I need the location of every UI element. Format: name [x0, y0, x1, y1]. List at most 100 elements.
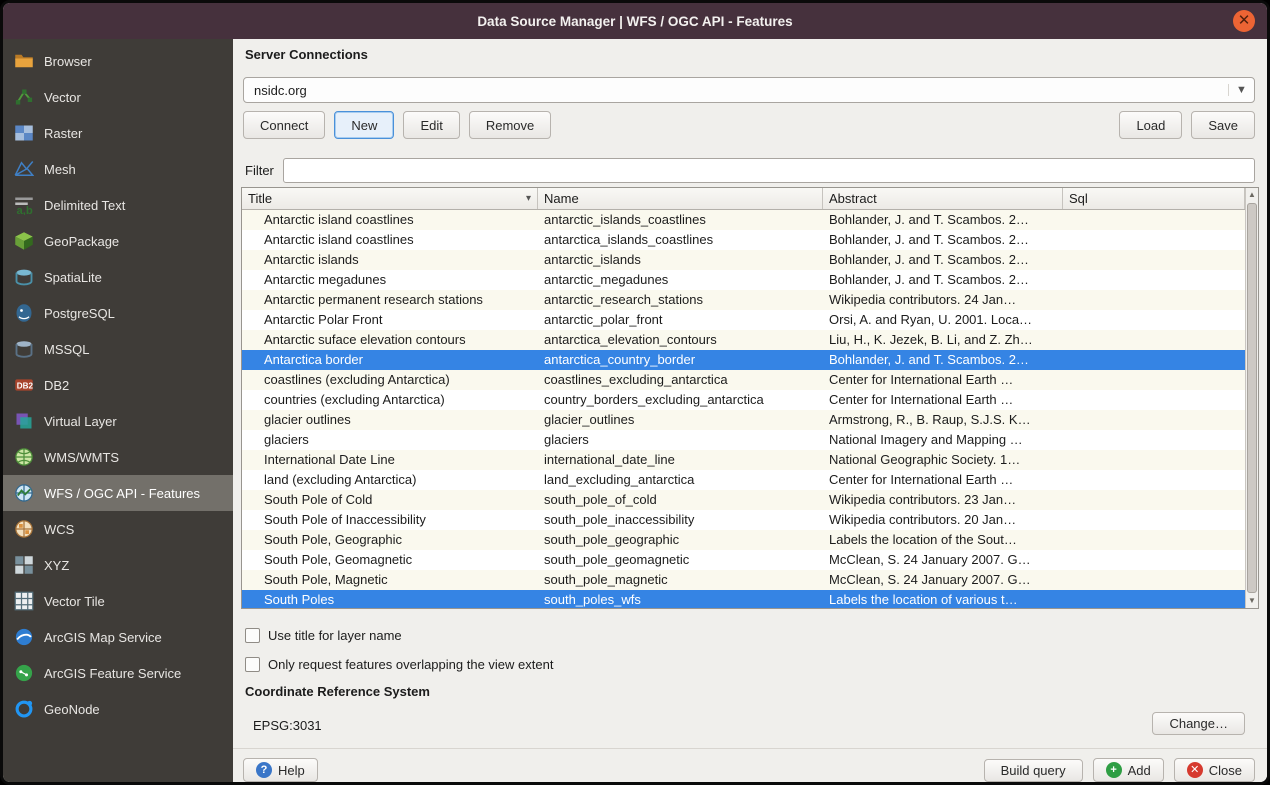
cell-title: South Pole, Magnetic	[242, 570, 538, 590]
sort-indicator-icon: ▾	[526, 193, 531, 204]
table-row[interactable]: Antarctic suface elevation contours anta…	[242, 330, 1245, 350]
cell-sql	[1063, 270, 1245, 290]
cell-title: Antarctic island coastlines	[242, 230, 538, 250]
cell-name: international_date_line	[538, 450, 823, 470]
vector-tile-icon	[13, 590, 35, 612]
column-header-name[interactable]: Name	[538, 188, 823, 209]
scroll-up-icon[interactable]: ▲	[1246, 188, 1258, 202]
sidebar-item-db2[interactable]: DB2 DB2	[3, 367, 233, 403]
table-row[interactable]: South Pole, Geomagnetic south_pole_geoma…	[242, 550, 1245, 570]
new-button[interactable]: New	[334, 111, 394, 139]
use-title-checkbox[interactable]	[245, 628, 260, 643]
table-row[interactable]: Antarctic island coastlines antarctic_is…	[242, 210, 1245, 230]
table-row[interactable]: South Pole of Inaccessibility south_pole…	[242, 510, 1245, 530]
cell-sql	[1063, 550, 1245, 570]
sidebar-item-vector-tile[interactable]: Vector Tile	[3, 583, 233, 619]
table-row[interactable]: glaciers glaciers National Imagery and M…	[242, 430, 1245, 450]
table-row[interactable]: Antarctic megadunes antarctic_megadunes …	[242, 270, 1245, 290]
table-row[interactable]: Antarctic permanent research stations an…	[242, 290, 1245, 310]
vector-icon	[13, 86, 35, 108]
cell-abstract: McClean, S. 24 January 2007. G…	[823, 570, 1063, 590]
table-row[interactable]: Antarctic Polar Front antarctic_polar_fr…	[242, 310, 1245, 330]
connect-button[interactable]: Connect	[243, 111, 325, 139]
sidebar-item-raster[interactable]: Raster	[3, 115, 233, 151]
sidebar-item-geopackage[interactable]: GeoPackage	[3, 223, 233, 259]
cell-title: Antarctic suface elevation contours	[242, 330, 538, 350]
edit-button[interactable]: Edit	[403, 111, 459, 139]
sidebar-item-mssql[interactable]: MSSQL	[3, 331, 233, 367]
arcgis-map-service-icon	[13, 626, 35, 648]
cell-name: glaciers	[538, 430, 823, 450]
cell-name: antarctic_islands	[538, 250, 823, 270]
table-row[interactable]: glacier outlines glacier_outlines Armstr…	[242, 410, 1245, 430]
table-row[interactable]: South Pole, Geographic south_pole_geogra…	[242, 530, 1245, 550]
wfs-icon	[13, 482, 35, 504]
load-button[interactable]: Load	[1119, 111, 1182, 139]
table-row[interactable]: Antarctica border antarctica_country_bor…	[242, 350, 1245, 370]
sidebar-item-arcgis-map-service[interactable]: ArcGIS Map Service	[3, 619, 233, 655]
cell-abstract: Wikipedia contributors. 24 Jan…	[823, 290, 1063, 310]
sidebar-item-virtual-layer[interactable]: Virtual Layer	[3, 403, 233, 439]
sidebar-item-geonode[interactable]: GeoNode	[3, 691, 233, 727]
sidebar-item-label: XYZ	[44, 558, 69, 573]
cell-abstract: Labels the location of various t…	[823, 590, 1063, 608]
vertical-scrollbar[interactable]: ▲ ▼	[1245, 188, 1258, 608]
cell-name: antarctica_islands_coastlines	[538, 230, 823, 250]
add-button[interactable]: + Add	[1093, 758, 1164, 782]
sidebar-item-browser[interactable]: Browser	[3, 43, 233, 79]
sidebar-item-arcgis-feature-service[interactable]: ArcGIS Feature Service	[3, 655, 233, 691]
save-button[interactable]: Save	[1191, 111, 1255, 139]
wcs-icon	[13, 518, 35, 540]
sidebar-item-delimited-text[interactable]: a,b Delimited Text	[3, 187, 233, 223]
close-button[interactable]: ✕ Close	[1174, 758, 1255, 782]
table-row[interactable]: International Date Line international_da…	[242, 450, 1245, 470]
table-row[interactable]: South Pole of Cold south_pole_of_cold Wi…	[242, 490, 1245, 510]
sidebar-item-xyz[interactable]: XYZ	[3, 547, 233, 583]
postgresql-icon	[13, 302, 35, 324]
table-row[interactable]: South Pole, Magnetic south_pole_magnetic…	[242, 570, 1245, 590]
connection-buttons-row: Connect New Edit Remove Load Save	[243, 111, 1255, 139]
table-row[interactable]: Antarctic islands antarctic_islands Bohl…	[242, 250, 1245, 270]
table-row[interactable]: land (excluding Antarctica) land_excludi…	[242, 470, 1245, 490]
cell-abstract: Liu, H., K. Jezek, B. Li, and Z. Zh…	[823, 330, 1063, 350]
sidebar-item-wcs[interactable]: WCS	[3, 511, 233, 547]
sidebar-item-label: MSSQL	[44, 342, 90, 357]
cell-name: south_pole_geomagnetic	[538, 550, 823, 570]
cell-abstract: Bohlander, J. and T. Scambos. 2…	[823, 250, 1063, 270]
remove-button[interactable]: Remove	[469, 111, 551, 139]
sidebar-item-spatialite[interactable]: SpatiaLite	[3, 259, 233, 295]
overlap-extent-checkbox[interactable]	[245, 657, 260, 672]
mssql-icon	[13, 338, 35, 360]
db2-icon: DB2	[13, 374, 35, 396]
sidebar-item-vector[interactable]: Vector	[3, 79, 233, 115]
table-row[interactable]: South Poles south_poles_wfs Labels the l…	[242, 590, 1245, 608]
virtual-layer-icon	[13, 410, 35, 432]
build-query-button[interactable]: Build query	[984, 759, 1083, 782]
table-row[interactable]: Antarctic island coastlines antarctica_i…	[242, 230, 1245, 250]
cell-sql	[1063, 230, 1245, 250]
sidebar-item-postgresql[interactable]: PostgreSQL	[3, 295, 233, 331]
column-header-sql[interactable]: Sql	[1063, 188, 1245, 209]
sidebar-item-wms-wmts[interactable]: WMS/WMTS	[3, 439, 233, 475]
cell-title: Antarctic permanent research stations	[242, 290, 538, 310]
sidebar-item-label: GeoNode	[44, 702, 100, 717]
cell-abstract: Bohlander, J. and T. Scambos. 2…	[823, 230, 1063, 250]
crs-change-button[interactable]: Change…	[1152, 712, 1245, 735]
cell-sql	[1063, 530, 1245, 550]
sidebar-item-mesh[interactable]: Mesh	[3, 151, 233, 187]
help-button[interactable]: ? Help	[243, 758, 318, 782]
sidebar-item-wfs-ogc-api-features[interactable]: WFS / OGC API - Features	[3, 475, 233, 511]
cell-name: coastlines_excluding_antarctica	[538, 370, 823, 390]
cell-title: International Date Line	[242, 450, 538, 470]
xyz-icon	[13, 554, 35, 576]
scroll-down-icon[interactable]: ▼	[1246, 594, 1258, 608]
sidebar-item-label: ArcGIS Map Service	[44, 630, 162, 645]
column-header-abstract[interactable]: Abstract	[823, 188, 1063, 209]
scrollbar-thumb[interactable]	[1247, 203, 1257, 593]
table-row[interactable]: coastlines (excluding Antarctica) coastl…	[242, 370, 1245, 390]
filter-input[interactable]	[283, 158, 1255, 183]
window-close-button[interactable]: ✕	[1233, 10, 1255, 32]
connection-select[interactable]: nsidc.org ▼	[243, 77, 1255, 103]
column-header-title[interactable]: Title ▾	[242, 188, 538, 209]
table-row[interactable]: countries (excluding Antarctica) country…	[242, 390, 1245, 410]
